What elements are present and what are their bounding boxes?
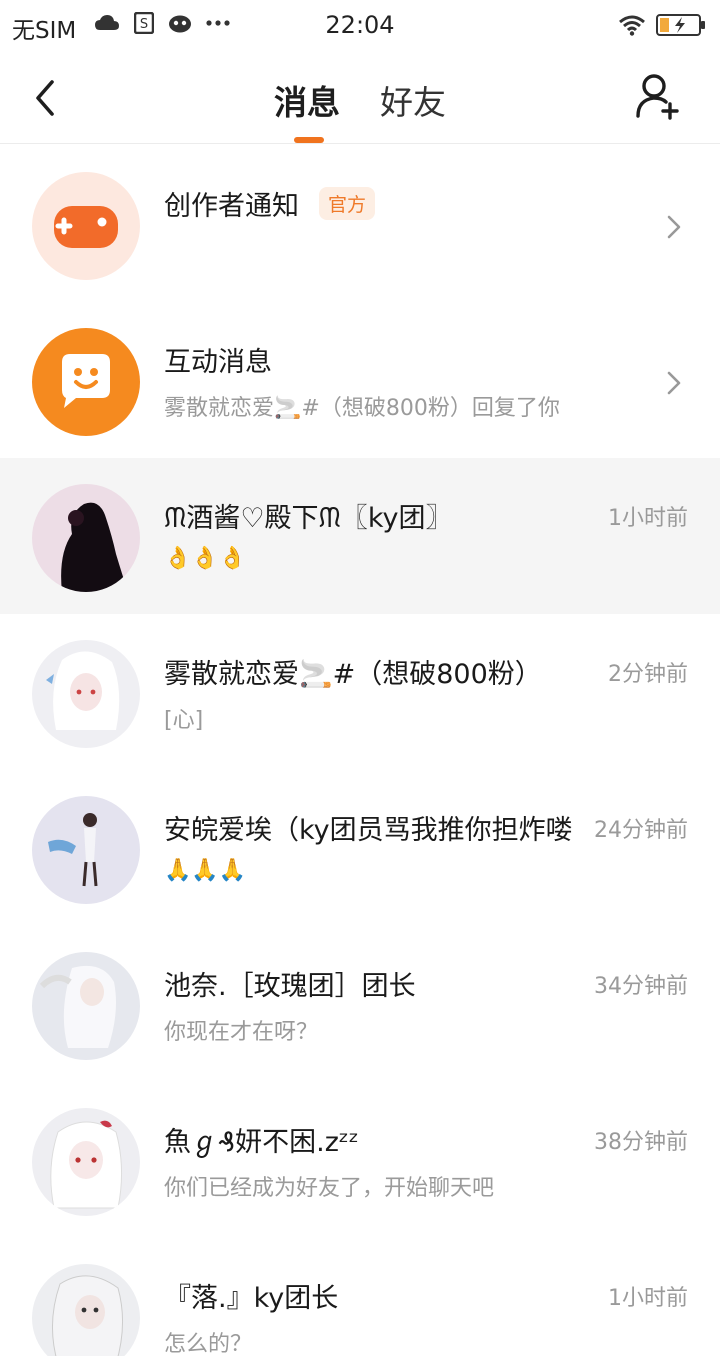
title-line: 互动消息 [164, 340, 272, 379]
anime-avatar-image [52, 1275, 124, 1356]
message-time: 1小时前 [608, 1286, 688, 1311]
back-icon[interactable] [28, 78, 64, 118]
tab-friends[interactable]: 好友 [380, 76, 446, 124]
last-message: 👌👌👌 [164, 546, 247, 571]
active-tab-indicator [294, 137, 324, 143]
list-item-creator-notice[interactable]: 创作者通知 官方 [0, 146, 720, 302]
message-time: 24分钟前 [594, 818, 688, 843]
creator-notice-avatar [32, 172, 140, 280]
list-item-chat[interactable]: 安皖爱埃（ky团员骂我推你担炸喽 🙏🙏🙏 24分钟前 [0, 770, 720, 926]
message-time: 38分钟前 [594, 1130, 688, 1155]
last-message: 雾散就恋爱🚬#（想破800粉）回复了你 [164, 396, 560, 421]
title-line: 『落.』ky团长 [164, 1276, 338, 1315]
title-line: 雾散就恋爱🚬#（想破800粉） [164, 652, 542, 691]
list-item-chat[interactable]: 『落.』ky团长 怎么的？ 1小时前 [0, 1238, 720, 1356]
list-item-chat[interactable]: 池奈.［玫瑰团］团长 你现在才在呀？ 34分钟前 [0, 926, 720, 1082]
anime-avatar-image [46, 651, 120, 730]
conversation-title: 创作者通知 [164, 191, 299, 222]
conversation-title: 安皖爱埃（ky团员骂我推你担炸喽 [164, 815, 573, 846]
last-message: 你现在才在呀？ [164, 1020, 319, 1045]
wifi-icon [619, 15, 645, 36]
user-avatar [32, 952, 140, 1060]
conversation-title: 魚ℊ₰妍不困.zᶻᶻ [164, 1127, 359, 1158]
conversation-title: 『落.』ky团长 [164, 1283, 339, 1314]
title-line: ᙏ酒酱♡殿下ᙏ〖ky团〗 [164, 496, 453, 535]
list-item-chat[interactable]: ᙏ酒酱♡殿下ᙏ〖ky团〗 👌👌👌 1小时前 [0, 458, 720, 614]
list-item-interactions[interactable]: 互动消息 雾散就恋爱🚬#（想破800粉）回复了你 [0, 302, 720, 458]
conversation-title: 雾散就恋爱🚬#（想破800粉） [164, 659, 542, 690]
clock: 22:04 [325, 11, 395, 39]
message-time: 2分钟前 [608, 662, 688, 687]
chat-smile-icon [62, 354, 110, 408]
user-avatar [32, 1264, 140, 1356]
message-time: 34分钟前 [594, 974, 688, 999]
anime-avatar-image [48, 813, 98, 887]
user-avatar [32, 640, 140, 748]
title-line: 魚ℊ₰妍不困.zᶻᶻ [164, 1120, 359, 1159]
status-bar: 无SIM S 22:04 [0, 0, 720, 52]
last-message: 怎么的？ [164, 1332, 253, 1356]
top-nav: 消息 好友 [0, 52, 720, 144]
interactions-avatar [32, 328, 140, 436]
title-line: 安皖爱埃（ky团员骂我推你担炸喽 [164, 808, 573, 847]
title-line: 创作者通知 官方 [164, 184, 376, 223]
chevron-right-icon [667, 215, 681, 239]
list-item-chat[interactable]: 魚ℊ₰妍不困.zᶻᶻ 你们已经成为好友了，开始聊天吧 38分钟前 [0, 1082, 720, 1238]
conversation-title: 池奈.［玫瑰团］团长 [164, 971, 416, 1002]
title-line: 池奈.［玫瑰团］团长 [164, 964, 416, 1003]
official-badge: 官方 [319, 187, 376, 220]
anime-avatar-image [39, 965, 116, 1048]
last-message: 你们已经成为好友了，开始聊天吧 [164, 1176, 495, 1201]
user-avatar [32, 484, 140, 592]
tab-messages[interactable]: 消息 [274, 76, 340, 124]
user-avatar [32, 1108, 140, 1216]
last-message: 🙏🙏🙏 [164, 858, 247, 883]
conversation-list: 创作者通知 官方 互动消息 雾散就恋爱🚬#（想破800粉）回复了你 ᙏ酒酱♡殿下… [0, 146, 720, 1356]
conversation-title: 互动消息 [164, 347, 272, 378]
list-item-chat[interactable]: 雾散就恋爱🚬#（想破800粉） [心] 2分钟前 [0, 614, 720, 770]
user-avatar [32, 796, 140, 904]
message-time: 1小时前 [608, 506, 688, 531]
last-message: [心] [164, 708, 204, 733]
battery-charging-icon [656, 14, 705, 36]
anime-avatar-image [50, 1120, 123, 1209]
chevron-right-icon [667, 371, 681, 395]
conversation-title: ᙏ酒酱♡殿下ᙏ〖ky团〗 [164, 503, 453, 534]
status-right-icons [618, 13, 706, 37]
add-friend-icon[interactable] [634, 72, 682, 122]
silhouette-avatar-image [61, 502, 128, 592]
gamepad-icon [54, 206, 118, 248]
